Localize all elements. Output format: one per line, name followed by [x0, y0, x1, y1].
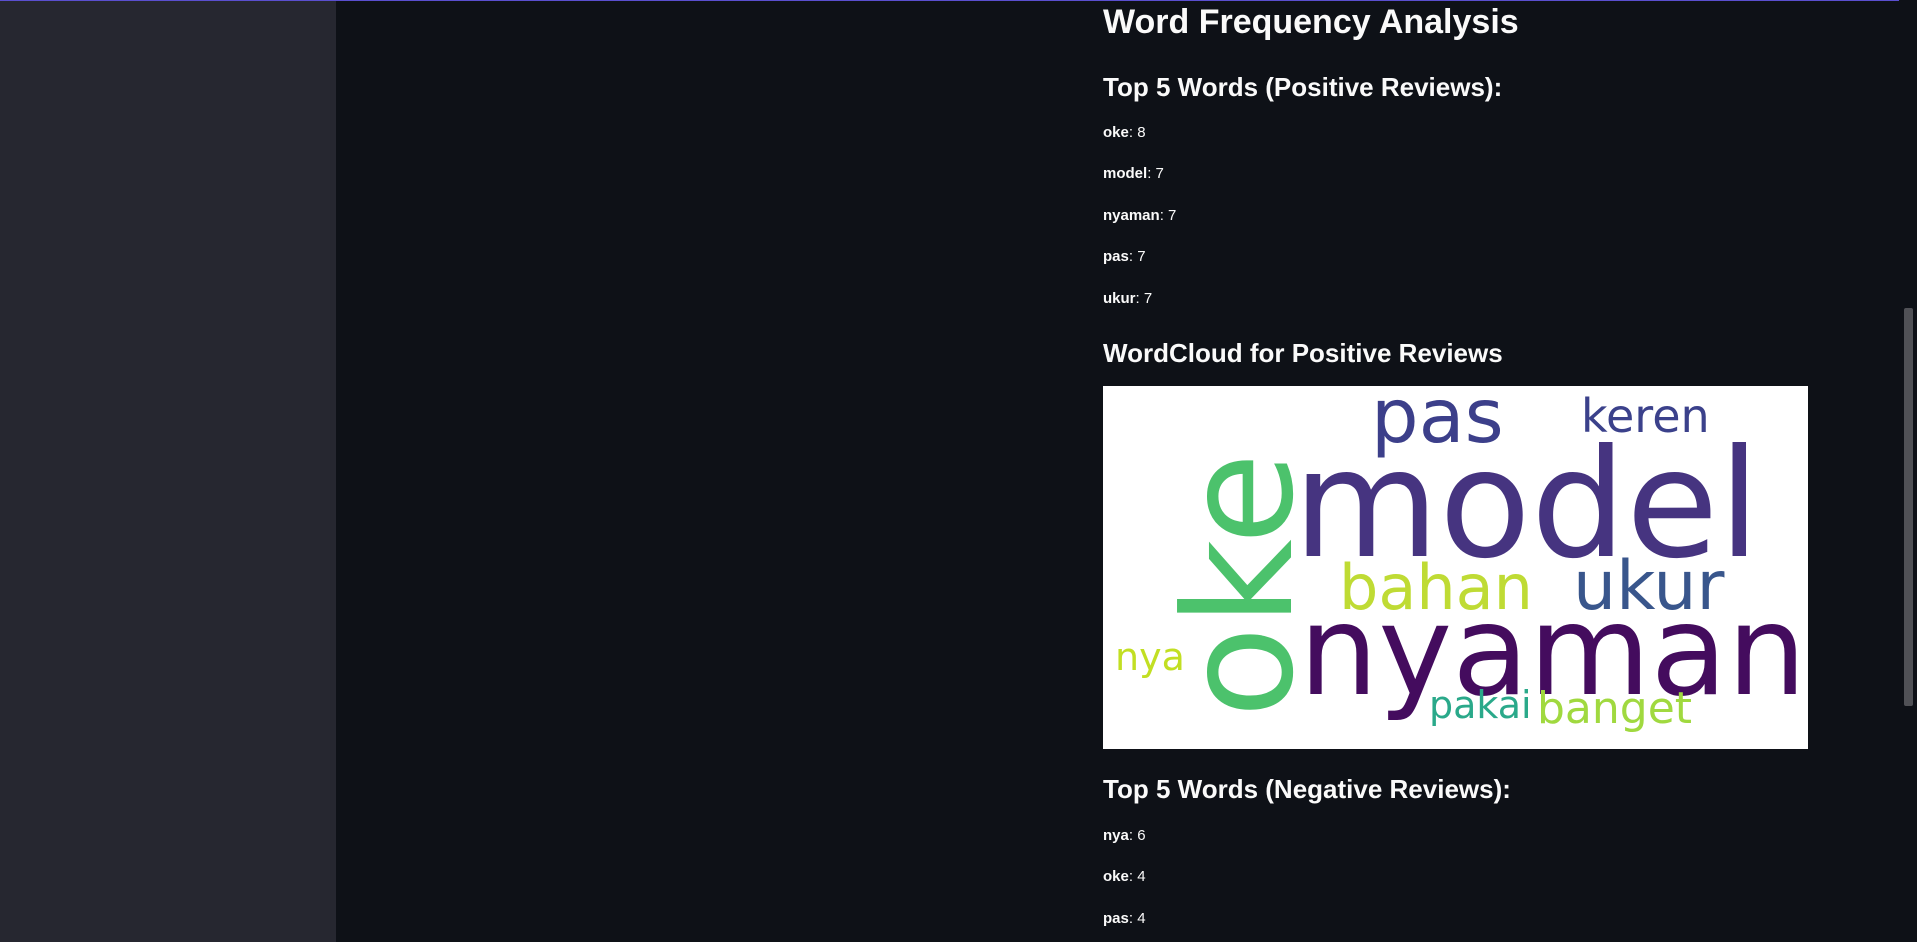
negative-word-item: oke: 4	[1103, 868, 1146, 885]
word-count: 6	[1137, 827, 1146, 844]
word-count: 7	[1168, 207, 1177, 224]
vertical-scrollbar[interactable]	[1899, 0, 1917, 942]
main-content[interactable]: Word Frequency Analysis Top 5 Words (Pos…	[336, 1, 1899, 942]
word-count: 4	[1137, 910, 1146, 927]
page-title: Word Frequency Analysis	[1103, 3, 1519, 41]
sidebar	[0, 1, 336, 942]
wordcloud-word-pakai: pakai	[1429, 683, 1532, 727]
word-count: 7	[1143, 290, 1153, 307]
word-count: 7	[1155, 165, 1164, 182]
word-label: oke	[1103, 868, 1129, 885]
positive-word-item: model: 7	[1103, 165, 1164, 182]
wordcloud-svg: model nyaman oke pas keren bahan ukur ny…	[1115, 386, 1806, 734]
word-count: 7	[1137, 248, 1146, 265]
positive-word-item: oke: 8	[1103, 124, 1146, 141]
wordcloud-word-bahan: bahan	[1339, 551, 1533, 624]
positive-word-item: pas: 7	[1103, 248, 1146, 265]
positive-word-item: nyaman: 7	[1103, 207, 1177, 224]
word-label: pas	[1103, 248, 1129, 265]
wordcloud-word-banget: banget	[1537, 683, 1692, 734]
wordcloud-word-nya: nya	[1115, 635, 1185, 679]
scrollbar-thumb[interactable]	[1904, 308, 1913, 706]
wordcloud-heading: WordCloud for Positive Reviews	[1103, 338, 1503, 368]
negative-heading: Top 5 Words (Negative Reviews):	[1103, 774, 1511, 804]
wordcloud-word-ukur: ukur	[1573, 547, 1724, 626]
wordcloud-word-keren: keren	[1581, 389, 1710, 443]
negative-word-item: nya: 6	[1103, 827, 1146, 844]
wordcloud-word-pas: pas	[1371, 386, 1504, 460]
word-label: pas	[1103, 910, 1129, 927]
wordcloud-image: model nyaman oke pas keren bahan ukur ny…	[1103, 386, 1808, 749]
word-label: model	[1103, 165, 1148, 182]
word-label: ukur	[1103, 290, 1136, 307]
negative-word-item: pas: 4	[1103, 910, 1146, 927]
word-label: nyaman	[1103, 207, 1160, 224]
word-label: oke	[1103, 124, 1129, 141]
word-count: 8	[1137, 124, 1146, 141]
word-label: nya	[1103, 827, 1129, 844]
positive-heading: Top 5 Words (Positive Reviews):	[1103, 72, 1503, 102]
positive-word-item: ukur: 7	[1103, 290, 1153, 307]
word-count: 4	[1137, 868, 1146, 885]
